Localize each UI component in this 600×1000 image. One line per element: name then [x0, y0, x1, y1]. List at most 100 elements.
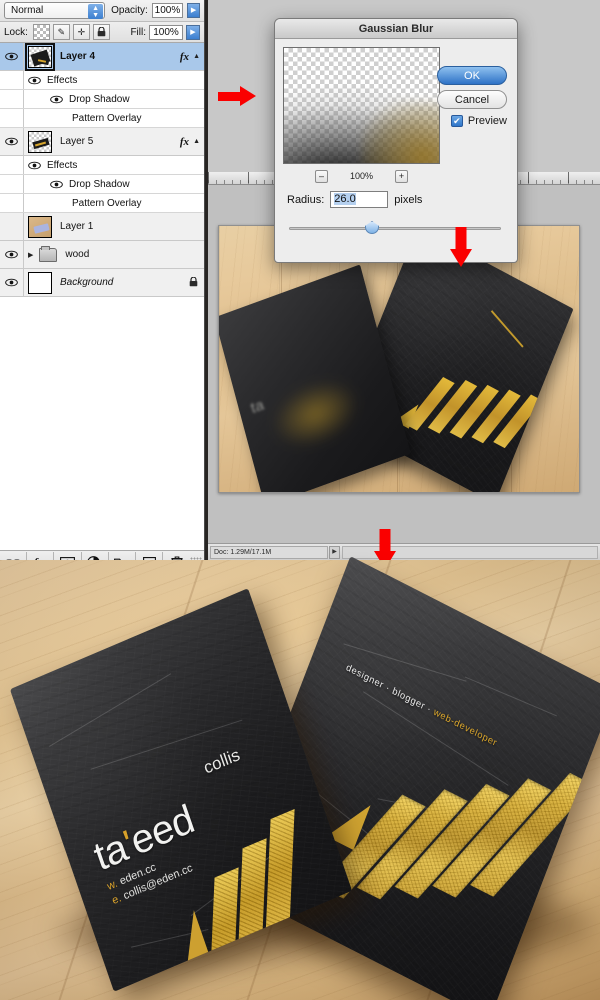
- layer-thumbnail[interactable]: [28, 130, 52, 153]
- eye-icon: [5, 278, 18, 287]
- new-layer-button[interactable]: [136, 551, 164, 560]
- preview-checkbox[interactable]: ✔: [450, 115, 463, 127]
- layer-list[interactable]: Layer 4 fx ▲ Effects Drop Shadow Pattern…: [0, 43, 204, 550]
- layers-panel-top-row: Normal ▲ ▼ Opacity: 100% ▶: [0, 0, 204, 22]
- blur-preview[interactable]: [283, 47, 440, 164]
- layer-row-group-wood[interactable]: ▶ wood: [0, 241, 204, 269]
- link-layers-button[interactable]: [0, 551, 28, 560]
- lock-label: Lock:: [4, 26, 28, 38]
- opacity-slider-arrow-icon[interactable]: ▶: [187, 3, 200, 18]
- eye-icon[interactable]: [28, 161, 41, 170]
- flow-arrow-right: [218, 86, 256, 106]
- preview-checkbox-label: Preview: [467, 115, 507, 127]
- chevron-right-icon[interactable]: ▶: [28, 251, 33, 259]
- effect-row-pattern-overlay[interactable]: Pattern Overlay: [0, 194, 204, 213]
- eye-icon: [5, 137, 18, 146]
- eye-icon[interactable]: [28, 76, 41, 85]
- row-gutter: [0, 109, 24, 127]
- arrow-head: [240, 86, 256, 106]
- flow-arrow-down-1: [450, 227, 472, 267]
- effects-label: Effects: [47, 159, 78, 171]
- fill-input[interactable]: 100%: [149, 24, 183, 40]
- zoom-level-label: 100%: [349, 171, 374, 181]
- chevron-up-icon[interactable]: ▲: [193, 138, 200, 145]
- layer-effects-fx-icon[interactable]: fx: [180, 136, 189, 148]
- gaussian-blur-dialog: Gaussian Blur – 100% + OK Cancel ✔ Previ…: [274, 18, 518, 263]
- locked-layer-icon: [189, 276, 198, 289]
- layer-effects-fx-icon[interactable]: fx: [180, 51, 189, 63]
- slider-knob[interactable]: [365, 221, 379, 234]
- fill-label: Fill:: [130, 26, 146, 38]
- radius-input[interactable]: 26.0: [330, 191, 389, 208]
- padlock-icon: [189, 276, 198, 286]
- new-group-button[interactable]: [109, 551, 137, 560]
- layer-name: wood: [65, 249, 90, 260]
- visibility-toggle[interactable]: [0, 213, 24, 240]
- opacity-label: Opacity:: [111, 5, 148, 16]
- opacity-input[interactable]: 100%: [151, 3, 184, 18]
- cancel-button[interactable]: Cancel: [437, 90, 507, 109]
- arrow-shaft: [218, 92, 242, 101]
- padlock-icon: [97, 27, 106, 37]
- status-menu-arrow[interactable]: ▶: [329, 545, 340, 559]
- lock-position-icon[interactable]: ✛: [72, 24, 90, 40]
- folder-icon: [39, 245, 58, 262]
- effect-label: Drop Shadow: [69, 178, 130, 190]
- ok-button[interactable]: OK: [437, 66, 507, 85]
- fill-slider-arrow-icon[interactable]: ▶: [186, 24, 200, 40]
- preview-blur-glow: [265, 369, 366, 459]
- row-gutter: [0, 71, 24, 89]
- document-status-bar: Doc: 1.29M/17.1M ▶: [208, 543, 600, 560]
- adjustment-layer-button[interactable]: ▾: [82, 551, 109, 560]
- layer-row-layer-1[interactable]: Layer 1: [0, 213, 204, 241]
- layer-mask-button[interactable]: [54, 551, 82, 560]
- zoom-out-button[interactable]: –: [314, 169, 328, 183]
- layer-style-button[interactable]: fx▾: [27, 551, 55, 560]
- lock-image-pixels-icon[interactable]: ✎: [52, 24, 70, 40]
- visibility-toggle[interactable]: [0, 241, 24, 268]
- photoshop-workspace-backdrop: ta Doc: 1.29M/17.1M ▶ Normal ▲ ▼ Opacity:…: [0, 0, 600, 560]
- doc-size-readout: Doc: 1.29M/17.1M: [210, 545, 328, 559]
- layers-panel-bottom-bar: fx▾ ▾: [0, 550, 204, 560]
- row-gutter: [0, 175, 24, 193]
- visibility-toggle[interactable]: [0, 269, 24, 296]
- preview-checkbox-group[interactable]: ✔ Preview: [450, 115, 507, 127]
- effects-group-row[interactable]: Effects: [0, 156, 204, 175]
- visibility-toggle[interactable]: [0, 43, 24, 70]
- blend-mode-select[interactable]: Normal ▲ ▼: [4, 2, 106, 19]
- dialog-body: – 100% + OK Cancel ✔ Preview Radius: 26.…: [275, 39, 517, 262]
- blur-preview-gold-glow: [361, 101, 439, 163]
- layer-thumbnail[interactable]: [28, 215, 52, 238]
- layers-panel-lock-row: Lock: ✎ ✛ Fill: 100% ▶: [0, 22, 204, 43]
- layer-row-layer-4[interactable]: Layer 4 fx ▲: [0, 43, 204, 71]
- lock-transparent-pixels-icon[interactable]: [32, 24, 50, 40]
- dialog-title: Gaussian Blur: [275, 19, 517, 39]
- effects-group-row[interactable]: Effects: [0, 71, 204, 90]
- eye-icon[interactable]: [50, 95, 63, 104]
- row-gutter: [0, 90, 24, 108]
- preview-zoom-controls: – 100% +: [283, 168, 440, 184]
- arrow-head: [450, 249, 472, 267]
- row-gutter: [0, 156, 24, 174]
- effect-row-drop-shadow[interactable]: Drop Shadow: [0, 90, 204, 109]
- layers-panel: Normal ▲ ▼ Opacity: 100% ▶ Lock: ✎ ✛ Fil…: [0, 0, 205, 560]
- row-gutter: [0, 194, 24, 212]
- layer-row-layer-5[interactable]: Layer 5 fx ▲: [0, 128, 204, 156]
- delete-layer-button[interactable]: [163, 552, 190, 560]
- layer-thumbnail[interactable]: [25, 43, 55, 71]
- effects-label: Effects: [47, 74, 78, 86]
- layer-thumbnail[interactable]: [28, 271, 52, 294]
- radius-label: Radius:: [287, 193, 325, 206]
- effect-label: Pattern Overlay: [72, 197, 142, 209]
- effect-row-drop-shadow[interactable]: Drop Shadow: [0, 175, 204, 194]
- radius-value: 26.0: [334, 193, 356, 205]
- effect-row-pattern-overlay[interactable]: Pattern Overlay: [0, 109, 204, 128]
- chevron-up-icon[interactable]: ▲: [193, 53, 200, 60]
- visibility-toggle[interactable]: [0, 128, 24, 155]
- zoom-in-button[interactable]: +: [395, 169, 409, 183]
- eye-icon[interactable]: [50, 180, 63, 189]
- layer-row-background[interactable]: Background: [0, 269, 204, 297]
- eye-icon: [5, 52, 18, 61]
- lock-all-icon[interactable]: [92, 24, 110, 40]
- chevron-updown-icon[interactable]: ▲ ▼: [88, 4, 104, 19]
